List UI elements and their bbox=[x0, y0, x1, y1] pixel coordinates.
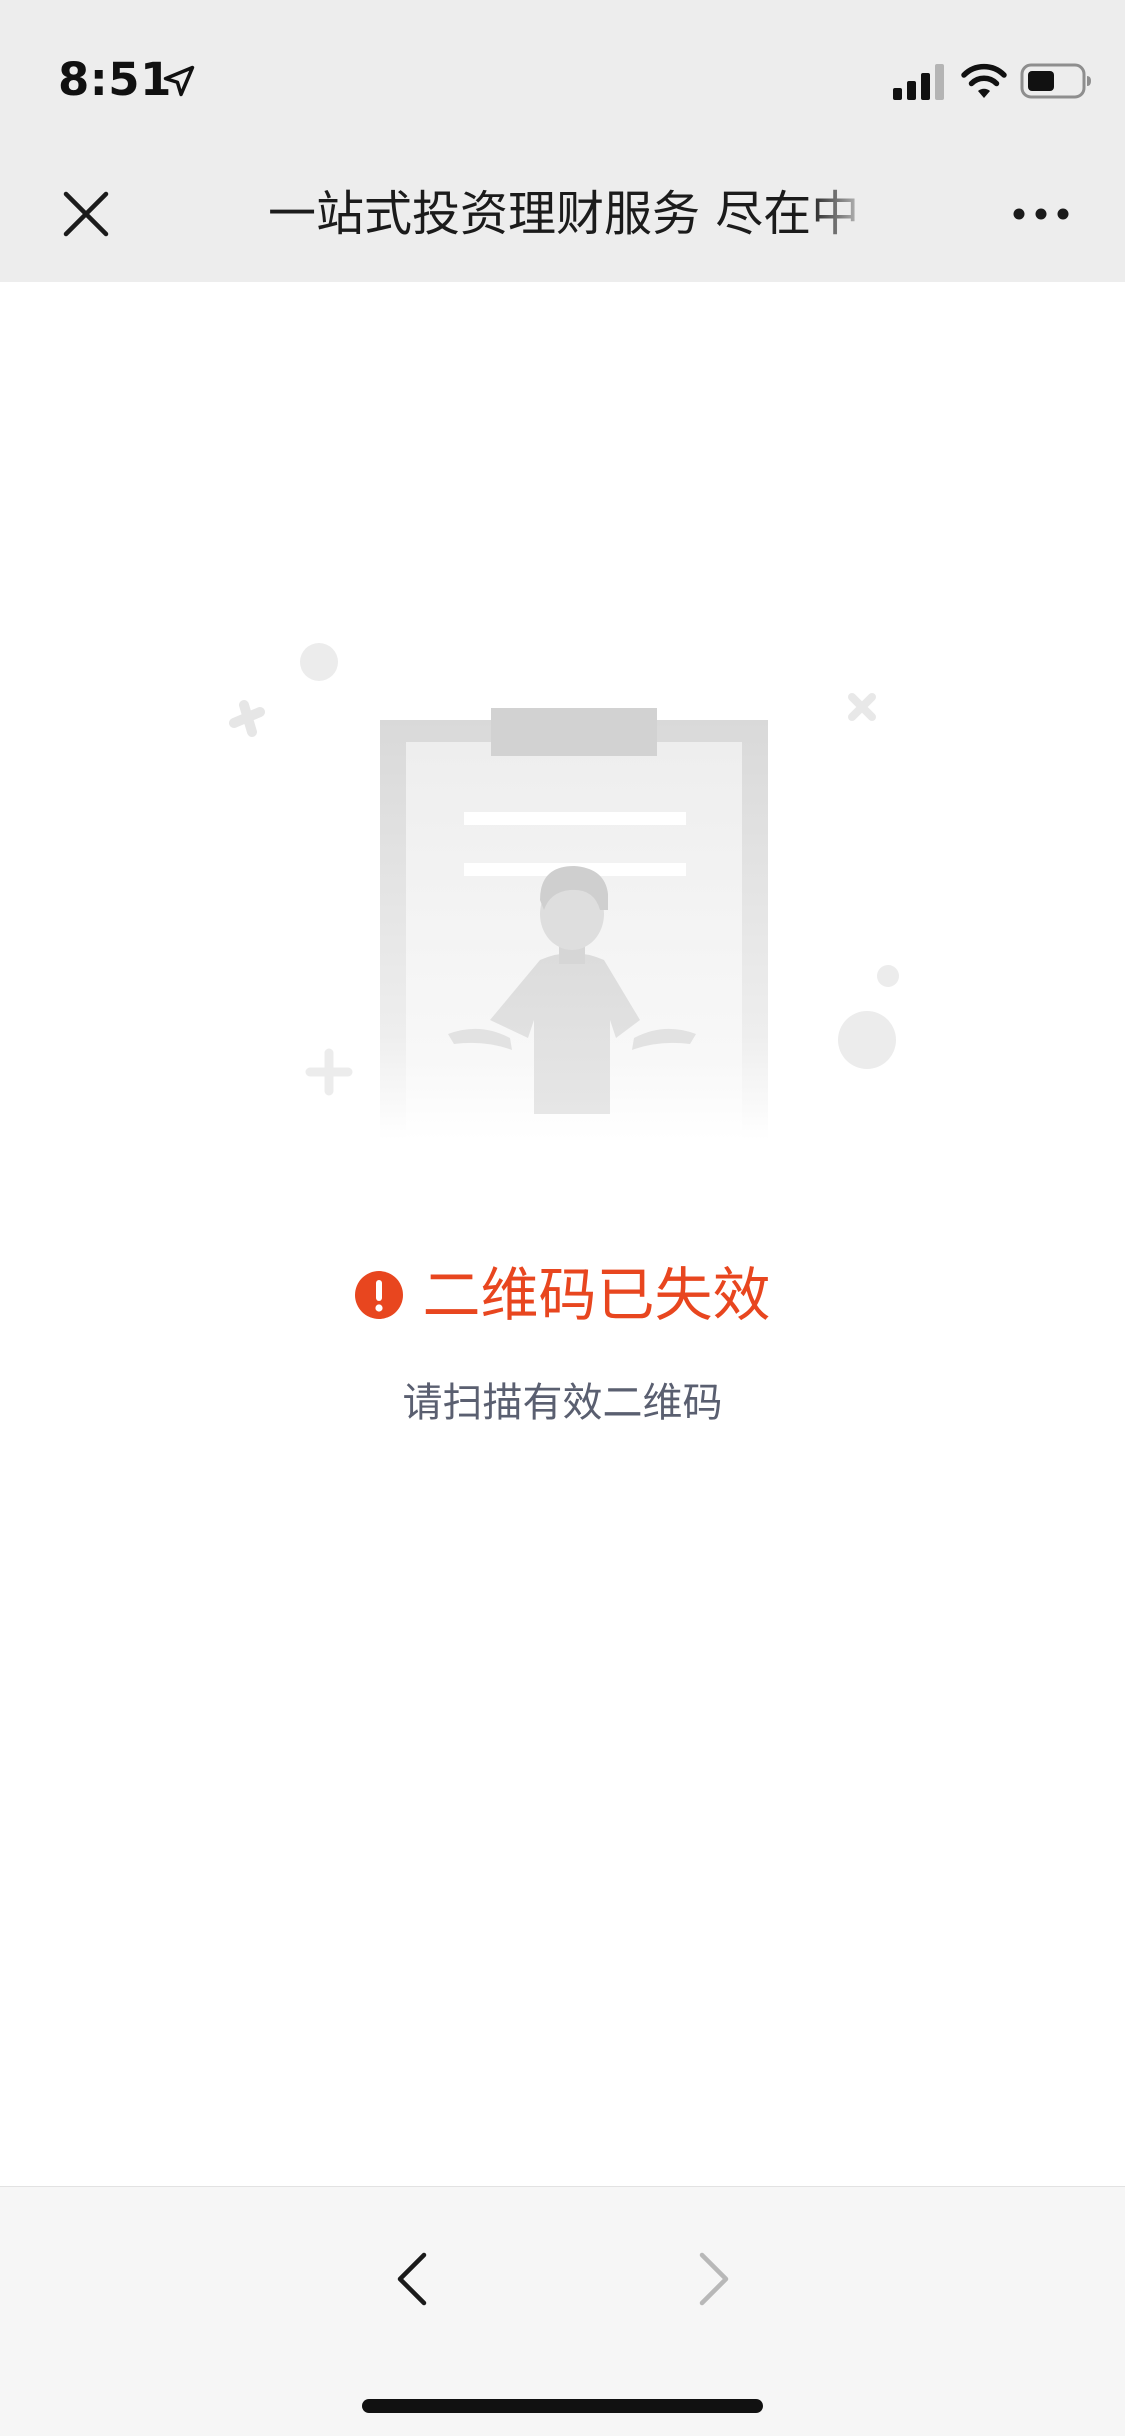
chevron-right-icon bbox=[699, 2252, 729, 2306]
decor-circle bbox=[300, 643, 338, 681]
forward-button[interactable] bbox=[682, 2237, 746, 2321]
paper-line bbox=[464, 812, 686, 825]
nav-bar: 一站式投资理财服务 尽在中 bbox=[0, 150, 1125, 282]
decor-plus bbox=[305, 1048, 353, 1096]
status-bar: 8:51 bbox=[0, 0, 1125, 150]
top-chrome: 8:51 一站式投资理财服务 尽在中 bbox=[0, 0, 1125, 282]
decor-dot bbox=[877, 965, 899, 987]
clipboard-clip bbox=[491, 708, 657, 756]
confused-person-clipboard-illustration bbox=[229, 643, 899, 1140]
error-title-row: 二维码已失效 bbox=[0, 1255, 1125, 1335]
page-title: 一站式投资理财服务 尽在中 bbox=[268, 186, 860, 242]
more-button[interactable] bbox=[1005, 178, 1077, 250]
error-subtitle: 请扫描有效二维码 bbox=[402, 1380, 723, 1426]
status-time: 8:51 bbox=[58, 53, 172, 106]
decor-cross bbox=[229, 700, 265, 737]
title-fade bbox=[808, 178, 888, 250]
decor-circle-large bbox=[838, 1011, 896, 1069]
close-button[interactable] bbox=[50, 178, 122, 250]
bottom-toolbar bbox=[0, 2186, 1125, 2436]
battery-icon bbox=[1020, 63, 1091, 99]
wifi-icon bbox=[961, 63, 1007, 98]
more-dots-icon bbox=[1013, 208, 1069, 220]
exclamation-circle-icon bbox=[355, 1271, 404, 1319]
cellular-signal-icon bbox=[893, 64, 944, 100]
back-button[interactable] bbox=[380, 2237, 444, 2321]
chevron-left-icon bbox=[397, 2252, 427, 2306]
home-indicator bbox=[362, 2399, 763, 2413]
error-title: 二维码已失效 bbox=[422, 1261, 771, 1329]
close-icon bbox=[63, 191, 109, 237]
decor-x bbox=[848, 693, 876, 721]
location-arrow-icon bbox=[163, 65, 195, 97]
screen: 8:51 一站式投资理财服务 尽在中 二维码已失效 请扫描有效二维码 bbox=[0, 0, 1125, 2436]
page-title-container: 一站式投资理财服务 尽在中 bbox=[268, 178, 888, 250]
